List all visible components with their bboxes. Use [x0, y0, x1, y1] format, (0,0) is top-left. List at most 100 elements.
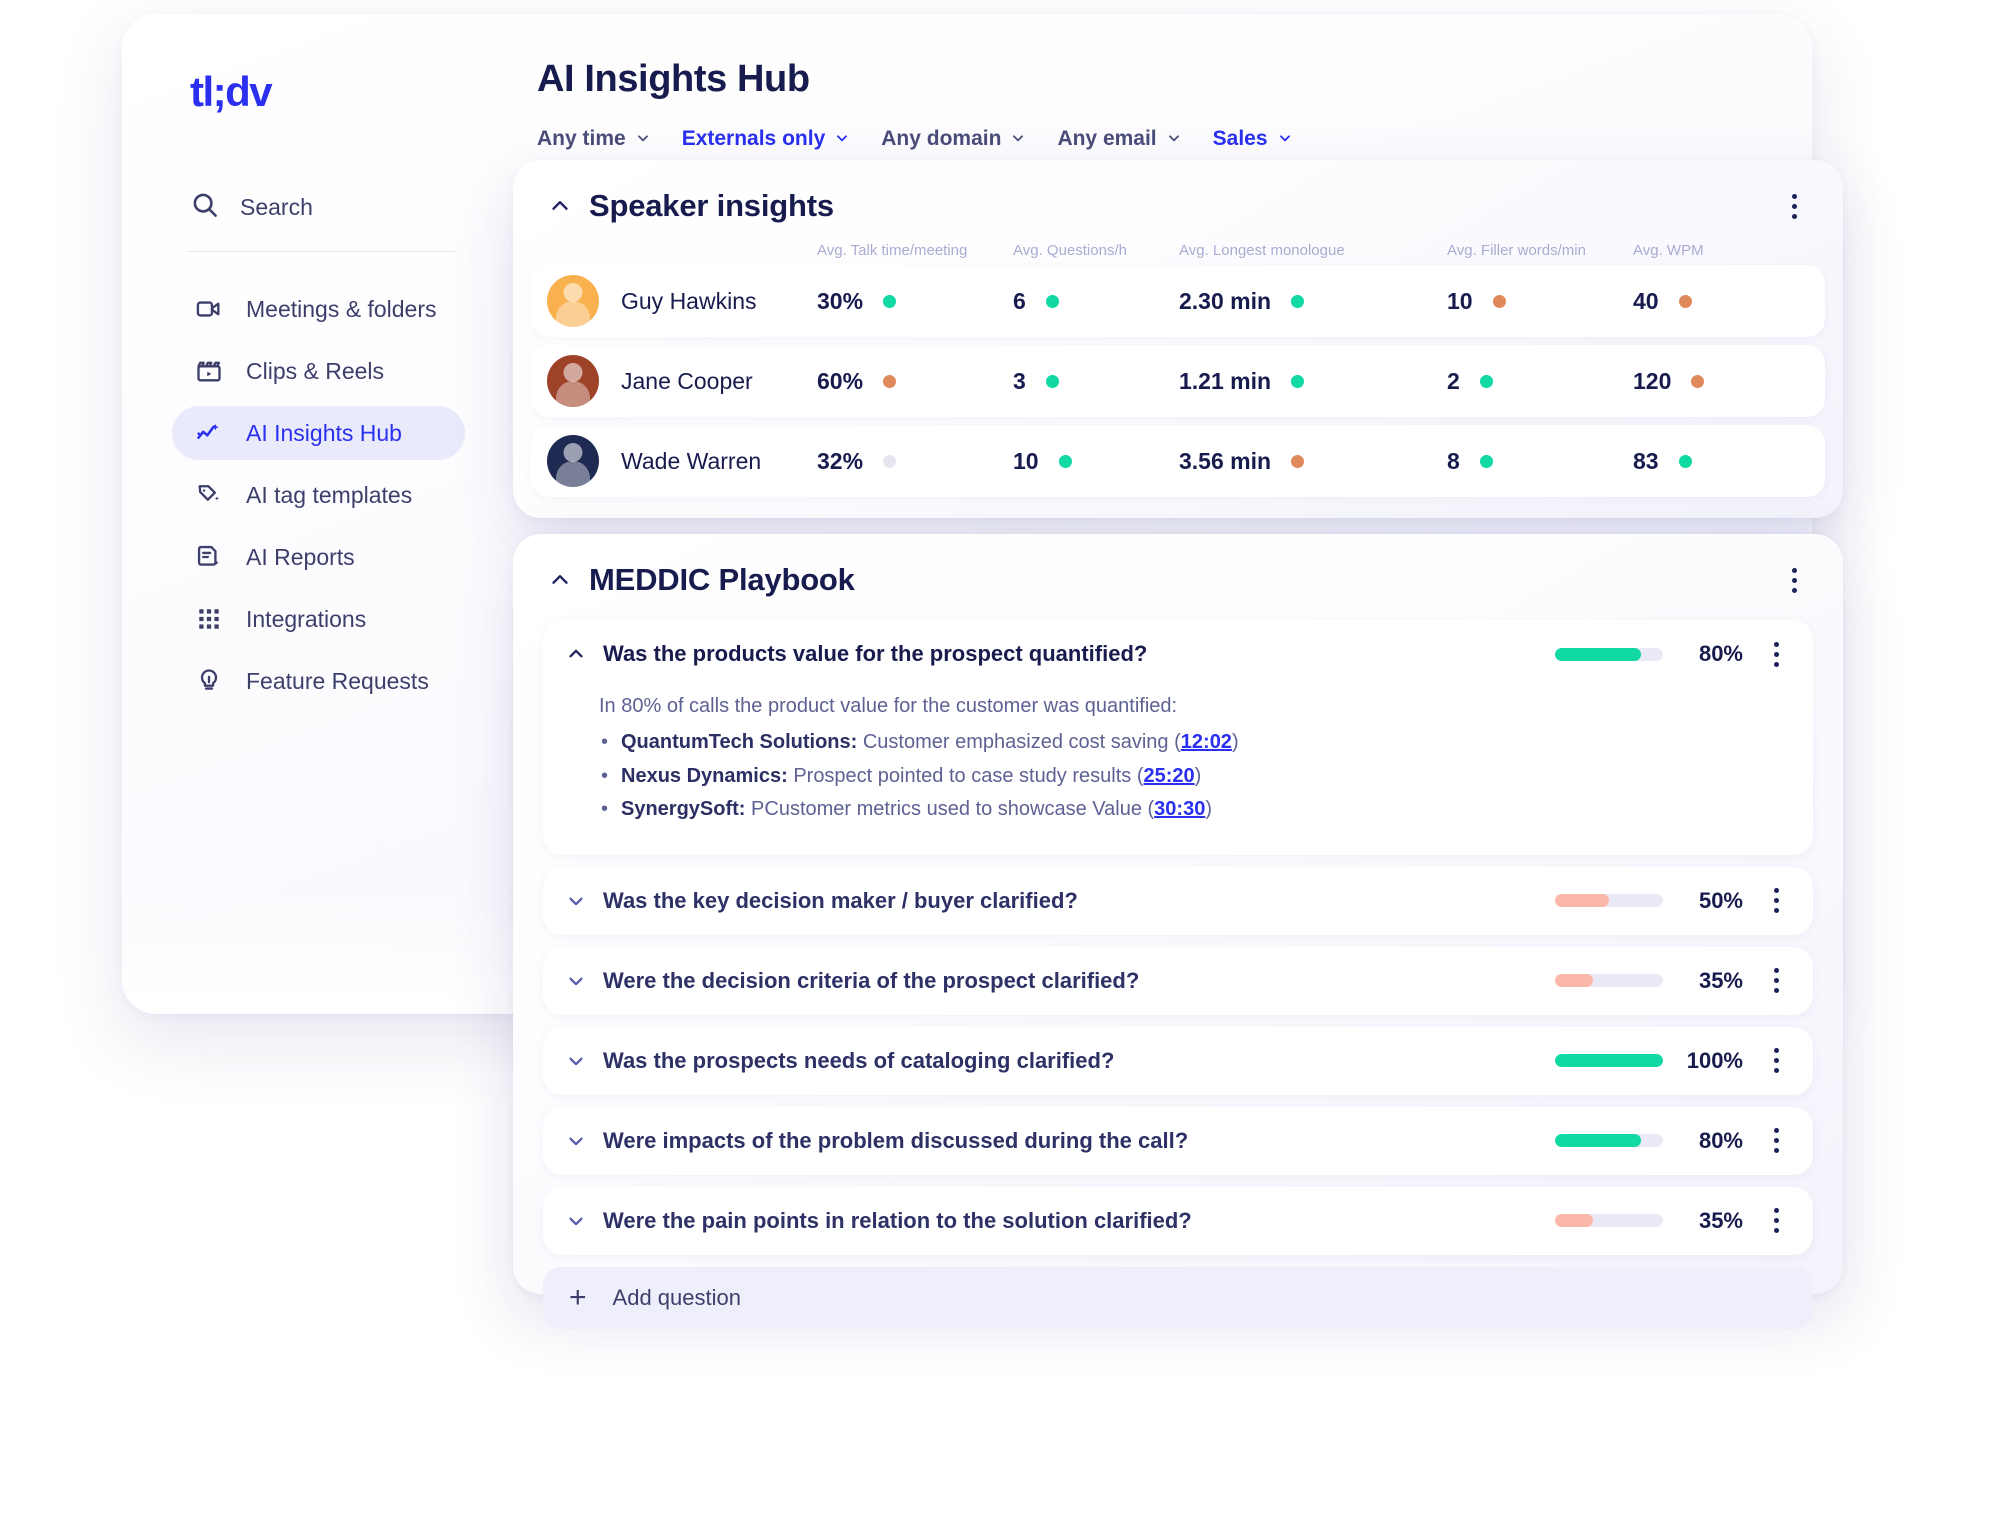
progress-percent: 100%	[1686, 1047, 1743, 1073]
sidebar-item-ai-reports[interactable]: AI Reports	[172, 530, 465, 584]
bullet-timestamp-link[interactable]: 25:20	[1144, 765, 1195, 787]
filter-label: Externals only	[681, 127, 826, 150]
sidebar-divider	[188, 251, 455, 252]
cell-filler-words: 2	[1447, 368, 1633, 395]
speaker-insights-header: Speaker insights	[513, 160, 1843, 224]
speaker-name-cell: Jane Cooper	[547, 355, 817, 407]
meddic-question-header[interactable]: Were impacts of the problem discussed du…	[543, 1107, 1813, 1175]
filter-sales[interactable]: Sales	[1213, 127, 1292, 151]
sidebar-item-meetings-folders[interactable]: Meetings & folders	[172, 282, 465, 336]
progress-bar	[1555, 1214, 1663, 1228]
sidebar: tl;dv Search Meetings & folders Clips & …	[122, 14, 505, 1014]
search-icon	[190, 190, 220, 225]
speaker-insights-title: Speaker insights	[589, 188, 834, 223]
filter-any-time[interactable]: Any time	[537, 127, 650, 151]
cell-value: 3	[1013, 367, 1026, 394]
filter-any-email[interactable]: Any email	[1057, 127, 1180, 151]
sidebar-item-label: Meetings & folders	[246, 295, 437, 322]
add-question-button[interactable]: + Add question	[543, 1266, 1813, 1329]
progress-bar	[1555, 894, 1663, 908]
sidebar-item-feature-requests[interactable]: Feature Requests	[172, 654, 465, 708]
bullet-timestamp-link[interactable]: 30:30	[1154, 798, 1205, 820]
status-dot-icon	[1691, 374, 1705, 388]
column-header-wpm: Avg. WPM	[1633, 242, 1704, 259]
cell-value: 83	[1633, 447, 1659, 474]
cell-value: 6	[1013, 287, 1026, 314]
meddic-question-menu-button[interactable]	[1761, 639, 1791, 669]
progress-bar	[1555, 974, 1663, 988]
meddic-question-menu-button[interactable]	[1761, 1206, 1791, 1236]
meddic-question-score: 35%	[1555, 966, 1791, 996]
meddic-question-menu-button[interactable]	[1761, 1126, 1791, 1156]
meddic-question-item: Were the pain points in relation to the …	[543, 1186, 1813, 1255]
meddic-question-text: Were impacts of the problem discussed du…	[603, 1127, 1189, 1153]
status-dot-icon	[1678, 454, 1692, 468]
search-input[interactable]: Search	[190, 190, 465, 251]
sidebar-item-ai-tag-templates[interactable]: AI tag templates	[172, 468, 465, 522]
meddic-question-menu-button[interactable]	[1761, 1046, 1791, 1076]
avatar	[547, 275, 599, 327]
bullet-detail: PCustomer metrics used to showcase Value	[751, 798, 1142, 821]
meddic-playbook-menu-button[interactable]	[1779, 565, 1809, 595]
speaker-insights-menu-button[interactable]	[1779, 191, 1809, 221]
sidebar-item-clips-reels[interactable]: Clips & Reels	[172, 344, 465, 398]
plus-icon: +	[569, 1280, 587, 1314]
chevron-up-icon[interactable]	[547, 193, 573, 219]
meddic-question-item: Was the products value for the prospect …	[543, 620, 1813, 855]
column-header-questions: Avg. Questions/h	[1013, 242, 1127, 259]
meddic-question-text: Was the prospects needs of cataloging cl…	[603, 1047, 1115, 1073]
meddic-question-list: Was the products value for the prospect …	[513, 598, 1843, 1255]
progress-bar	[1555, 1054, 1663, 1068]
meddic-question-header[interactable]: Was the products value for the prospect …	[543, 620, 1813, 688]
chevron-down-icon	[1167, 127, 1181, 151]
sidebar-item-integrations[interactable]: Integrations	[172, 592, 465, 646]
chevron-down-icon	[1011, 127, 1025, 151]
chevron-down-icon[interactable]	[565, 890, 587, 912]
table-row[interactable]: Wade Warren 32% 10 3.56 min 8 83	[531, 425, 1825, 497]
table-row[interactable]: Guy Hawkins 30% 6 2.30 min 10 40	[531, 265, 1825, 337]
meddic-question-header[interactable]: Were the pain points in relation to the …	[543, 1187, 1813, 1255]
filter-externals-only[interactable]: Externals only	[682, 127, 850, 151]
meddic-question-item: Were impacts of the problem discussed du…	[543, 1106, 1813, 1175]
list-item: Nexus Dynamics: Prospect pointed to case…	[599, 760, 1791, 794]
meddic-question-menu-button[interactable]	[1761, 966, 1791, 996]
chevron-down-icon[interactable]	[565, 1130, 587, 1152]
filter-label: Any domain	[881, 127, 1002, 150]
screenshot-root: tl;dv Search Meetings & folders Clips & …	[0, 0, 2000, 1518]
chevron-up-icon[interactable]	[547, 567, 573, 593]
search-placeholder: Search	[240, 194, 313, 220]
sidebar-item-ai-insights-hub[interactable]: AI Insights Hub	[172, 406, 465, 460]
sparkle-chart-icon	[194, 418, 224, 448]
meddic-question-menu-button[interactable]	[1761, 886, 1791, 916]
bullet-detail: Prospect pointed to case study results	[793, 764, 1132, 787]
meddic-question-item: Were the decision criteria of the prospe…	[543, 946, 1813, 1015]
list-item: QuantumTech Solutions: Customer emphasiz…	[599, 726, 1791, 760]
chevron-down-icon	[636, 127, 650, 151]
filter-any-domain[interactable]: Any domain	[881, 127, 1025, 151]
app-logo[interactable]: tl;dv	[190, 68, 465, 116]
cell-talk-time: 30%	[817, 288, 1013, 315]
filter-label: Any email	[1057, 127, 1157, 150]
progress-bar	[1555, 1134, 1663, 1148]
meddic-question-header[interactable]: Was the prospects needs of cataloging cl…	[543, 1027, 1813, 1095]
table-row[interactable]: Jane Cooper 60% 3 1.21 min 2 120	[531, 345, 1825, 417]
meddic-question-header[interactable]: Were the decision criteria of the prospe…	[543, 947, 1813, 1015]
chevron-up-icon[interactable]	[565, 643, 587, 665]
bullet-timestamp-link[interactable]: 12:02	[1181, 731, 1232, 753]
cell-monologue: 3.56 min	[1179, 448, 1447, 475]
meddic-question-header[interactable]: Was the key decision maker / buyer clari…	[543, 867, 1813, 935]
status-dot-icon	[1291, 374, 1305, 388]
meddic-answer-intro: In 80% of calls the product value for th…	[599, 695, 1178, 717]
meddic-question-score: 50%	[1555, 886, 1791, 916]
chevron-down-icon[interactable]	[565, 1050, 587, 1072]
meddic-question-item: Was the prospects needs of cataloging cl…	[543, 1026, 1813, 1095]
report-sparkle-icon	[194, 542, 224, 572]
chevron-down-icon[interactable]	[565, 1210, 587, 1232]
chevron-down-icon[interactable]	[565, 970, 587, 992]
cell-talk-time: 60%	[817, 368, 1013, 395]
status-dot-icon	[1678, 294, 1692, 308]
status-dot-icon	[883, 454, 897, 468]
cell-value: 40	[1633, 287, 1659, 314]
meddic-question-score: 80%	[1555, 639, 1791, 669]
cell-value: 1.21 min	[1179, 367, 1272, 394]
